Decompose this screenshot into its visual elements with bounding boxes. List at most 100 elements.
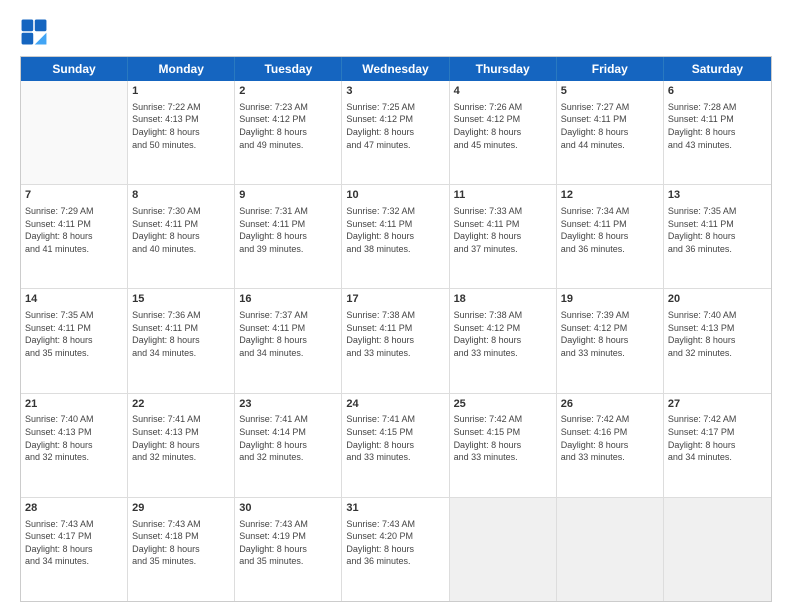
cell-info: Sunrise: 7:42 AM Sunset: 4:17 PM Dayligh… xyxy=(668,413,767,463)
logo-icon xyxy=(20,18,48,46)
day-number: 13 xyxy=(668,188,767,203)
calendar-cell: 10Sunrise: 7:32 AM Sunset: 4:11 PM Dayli… xyxy=(342,185,449,288)
calendar-cell: 11 Sunrise: 7:33 AM Sunset: 4:11 PM Dayli… xyxy=(450,185,557,288)
calendar-cell: 19 Sunrise: 7:39 AM Sunset: 4:12 PM Dayli… xyxy=(557,289,664,392)
logo xyxy=(20,18,52,46)
calendar-cell: 20 Sunrise: 7:40 AM Sunset: 4:13 PM Dayli… xyxy=(664,289,771,392)
calendar-cell: 31Sunrise: 7:43 AM Sunset: 4:20 PM Dayli… xyxy=(342,498,449,601)
day-number: 27 xyxy=(668,397,767,412)
cell-info: Sunrise: 7:38 AM Sunset: 4:11 PM Dayligh… xyxy=(346,309,444,359)
day-number: 6 xyxy=(668,84,767,99)
header-day-saturday: Saturday xyxy=(664,57,771,81)
cell-info: Sunrise: 7:29 AM Sunset: 4:11 PM Dayligh… xyxy=(25,205,123,255)
calendar-cell: 22Sunrise: 7:41 AM Sunset: 4:13 PM Dayli… xyxy=(128,394,235,497)
cell-info: Sunrise: 7:41 AM Sunset: 4:13 PM Dayligh… xyxy=(132,413,230,463)
cell-info: Sunrise: 7:42 AM Sunset: 4:16 PM Dayligh… xyxy=(561,413,659,463)
calendar-row-0: 1 Sunrise: 7:22 AM Sunset: 4:13 PM Daylig… xyxy=(21,81,771,184)
cell-info: Sunrise: 7:40 AM Sunset: 4:13 PM Dayligh… xyxy=(668,309,767,359)
calendar-cell: 6 Sunrise: 7:28 AM Sunset: 4:11 PM Daylig… xyxy=(664,81,771,184)
cell-info: Sunrise: 7:41 AM Sunset: 4:14 PM Dayligh… xyxy=(239,413,337,463)
calendar-cell xyxy=(21,81,128,184)
calendar-header: SundayMondayTuesdayWednesdayThursdayFrid… xyxy=(21,57,771,81)
cell-info: Sunrise: 7:26 AM Sunset: 4:12 PM Dayligh… xyxy=(454,101,552,151)
day-number: 19 xyxy=(561,292,659,307)
calendar-cell: 9Sunrise: 7:31 AM Sunset: 4:11 PM Daylig… xyxy=(235,185,342,288)
day-number: 25 xyxy=(454,397,552,412)
cell-info: Sunrise: 7:22 AM Sunset: 4:13 PM Dayligh… xyxy=(132,101,230,151)
header-day-thursday: Thursday xyxy=(450,57,557,81)
header-day-monday: Monday xyxy=(128,57,235,81)
calendar-cell: 15Sunrise: 7:36 AM Sunset: 4:11 PM Dayli… xyxy=(128,289,235,392)
cell-info: Sunrise: 7:40 AM Sunset: 4:13 PM Dayligh… xyxy=(25,413,123,463)
day-number: 24 xyxy=(346,397,444,412)
calendar-cell: 28Sunrise: 7:43 AM Sunset: 4:17 PM Dayli… xyxy=(21,498,128,601)
day-number: 4 xyxy=(454,84,552,99)
header-day-tuesday: Tuesday xyxy=(235,57,342,81)
calendar-cell: 7Sunrise: 7:29 AM Sunset: 4:11 PM Daylig… xyxy=(21,185,128,288)
cell-info: Sunrise: 7:25 AM Sunset: 4:12 PM Dayligh… xyxy=(346,101,444,151)
cell-info: Sunrise: 7:28 AM Sunset: 4:11 PM Dayligh… xyxy=(668,101,767,151)
day-number: 20 xyxy=(668,292,767,307)
calendar-cell: 26Sunrise: 7:42 AM Sunset: 4:16 PM Dayli… xyxy=(557,394,664,497)
calendar-cell: 8 Sunrise: 7:30 AM Sunset: 4:11 PM Daylig… xyxy=(128,185,235,288)
calendar-cell: 27Sunrise: 7:42 AM Sunset: 4:17 PM Dayli… xyxy=(664,394,771,497)
day-number: 15 xyxy=(132,292,230,307)
calendar-cell: 14 Sunrise: 7:35 AM Sunset: 4:11 PM Dayli… xyxy=(21,289,128,392)
calendar: SundayMondayTuesdayWednesdayThursdayFrid… xyxy=(20,56,772,602)
header xyxy=(20,18,772,46)
calendar-body: 1 Sunrise: 7:22 AM Sunset: 4:13 PM Daylig… xyxy=(21,81,771,601)
day-number: 18 xyxy=(454,292,552,307)
calendar-cell: 13 Sunrise: 7:35 AM Sunset: 4:11 PM Dayli… xyxy=(664,185,771,288)
cell-info: Sunrise: 7:43 AM Sunset: 4:18 PM Dayligh… xyxy=(132,518,230,568)
calendar-row-3: 21Sunrise: 7:40 AM Sunset: 4:13 PM Dayli… xyxy=(21,393,771,497)
header-day-friday: Friday xyxy=(557,57,664,81)
cell-info: Sunrise: 7:34 AM Sunset: 4:11 PM Dayligh… xyxy=(561,205,659,255)
day-number: 1 xyxy=(132,84,230,99)
cell-info: Sunrise: 7:38 AM Sunset: 4:12 PM Dayligh… xyxy=(454,309,552,359)
day-number: 8 xyxy=(132,188,230,203)
cell-info: Sunrise: 7:23 AM Sunset: 4:12 PM Dayligh… xyxy=(239,101,337,151)
day-number: 22 xyxy=(132,397,230,412)
day-number: 30 xyxy=(239,501,337,516)
calendar-row-1: 7Sunrise: 7:29 AM Sunset: 4:11 PM Daylig… xyxy=(21,184,771,288)
calendar-row-2: 14 Sunrise: 7:35 AM Sunset: 4:11 PM Dayli… xyxy=(21,288,771,392)
calendar-cell: 30 Sunrise: 7:43 AM Sunset: 4:19 PM Dayli… xyxy=(235,498,342,601)
calendar-cell: 25Sunrise: 7:42 AM Sunset: 4:15 PM Dayli… xyxy=(450,394,557,497)
cell-info: Sunrise: 7:30 AM Sunset: 4:11 PM Dayligh… xyxy=(132,205,230,255)
day-number: 5 xyxy=(561,84,659,99)
calendar-cell: 4 Sunrise: 7:26 AM Sunset: 4:12 PM Daylig… xyxy=(450,81,557,184)
day-number: 3 xyxy=(346,84,444,99)
calendar-cell: 21Sunrise: 7:40 AM Sunset: 4:13 PM Dayli… xyxy=(21,394,128,497)
cell-info: Sunrise: 7:43 AM Sunset: 4:19 PM Dayligh… xyxy=(239,518,337,568)
calendar-cell: 2 Sunrise: 7:23 AM Sunset: 4:12 PM Daylig… xyxy=(235,81,342,184)
cell-info: Sunrise: 7:43 AM Sunset: 4:20 PM Dayligh… xyxy=(346,518,444,568)
day-number: 12 xyxy=(561,188,659,203)
cell-info: Sunrise: 7:33 AM Sunset: 4:11 PM Dayligh… xyxy=(454,205,552,255)
calendar-cell: 3 Sunrise: 7:25 AM Sunset: 4:12 PM Daylig… xyxy=(342,81,449,184)
day-number: 11 xyxy=(454,188,552,203)
header-day-sunday: Sunday xyxy=(21,57,128,81)
calendar-cell: 5 Sunrise: 7:27 AM Sunset: 4:11 PM Daylig… xyxy=(557,81,664,184)
cell-info: Sunrise: 7:35 AM Sunset: 4:11 PM Dayligh… xyxy=(25,309,123,359)
day-number: 17 xyxy=(346,292,444,307)
calendar-cell xyxy=(557,498,664,601)
cell-info: Sunrise: 7:35 AM Sunset: 4:11 PM Dayligh… xyxy=(668,205,767,255)
cell-info: Sunrise: 7:41 AM Sunset: 4:15 PM Dayligh… xyxy=(346,413,444,463)
calendar-cell: 1 Sunrise: 7:22 AM Sunset: 4:13 PM Daylig… xyxy=(128,81,235,184)
cell-info: Sunrise: 7:27 AM Sunset: 4:11 PM Dayligh… xyxy=(561,101,659,151)
cell-info: Sunrise: 7:37 AM Sunset: 4:11 PM Dayligh… xyxy=(239,309,337,359)
day-number: 26 xyxy=(561,397,659,412)
calendar-cell: 18 Sunrise: 7:38 AM Sunset: 4:12 PM Dayli… xyxy=(450,289,557,392)
cell-info: Sunrise: 7:39 AM Sunset: 4:12 PM Dayligh… xyxy=(561,309,659,359)
calendar-cell: 17 Sunrise: 7:38 AM Sunset: 4:11 PM Dayli… xyxy=(342,289,449,392)
day-number: 28 xyxy=(25,501,123,516)
calendar-cell: 16Sunrise: 7:37 AM Sunset: 4:11 PM Dayli… xyxy=(235,289,342,392)
day-number: 14 xyxy=(25,292,123,307)
day-number: 2 xyxy=(239,84,337,99)
cell-info: Sunrise: 7:31 AM Sunset: 4:11 PM Dayligh… xyxy=(239,205,337,255)
calendar-cell: 12 Sunrise: 7:34 AM Sunset: 4:11 PM Dayli… xyxy=(557,185,664,288)
calendar-cell: 24Sunrise: 7:41 AM Sunset: 4:15 PM Dayli… xyxy=(342,394,449,497)
calendar-row-4: 28Sunrise: 7:43 AM Sunset: 4:17 PM Dayli… xyxy=(21,497,771,601)
calendar-cell xyxy=(450,498,557,601)
day-number: 23 xyxy=(239,397,337,412)
